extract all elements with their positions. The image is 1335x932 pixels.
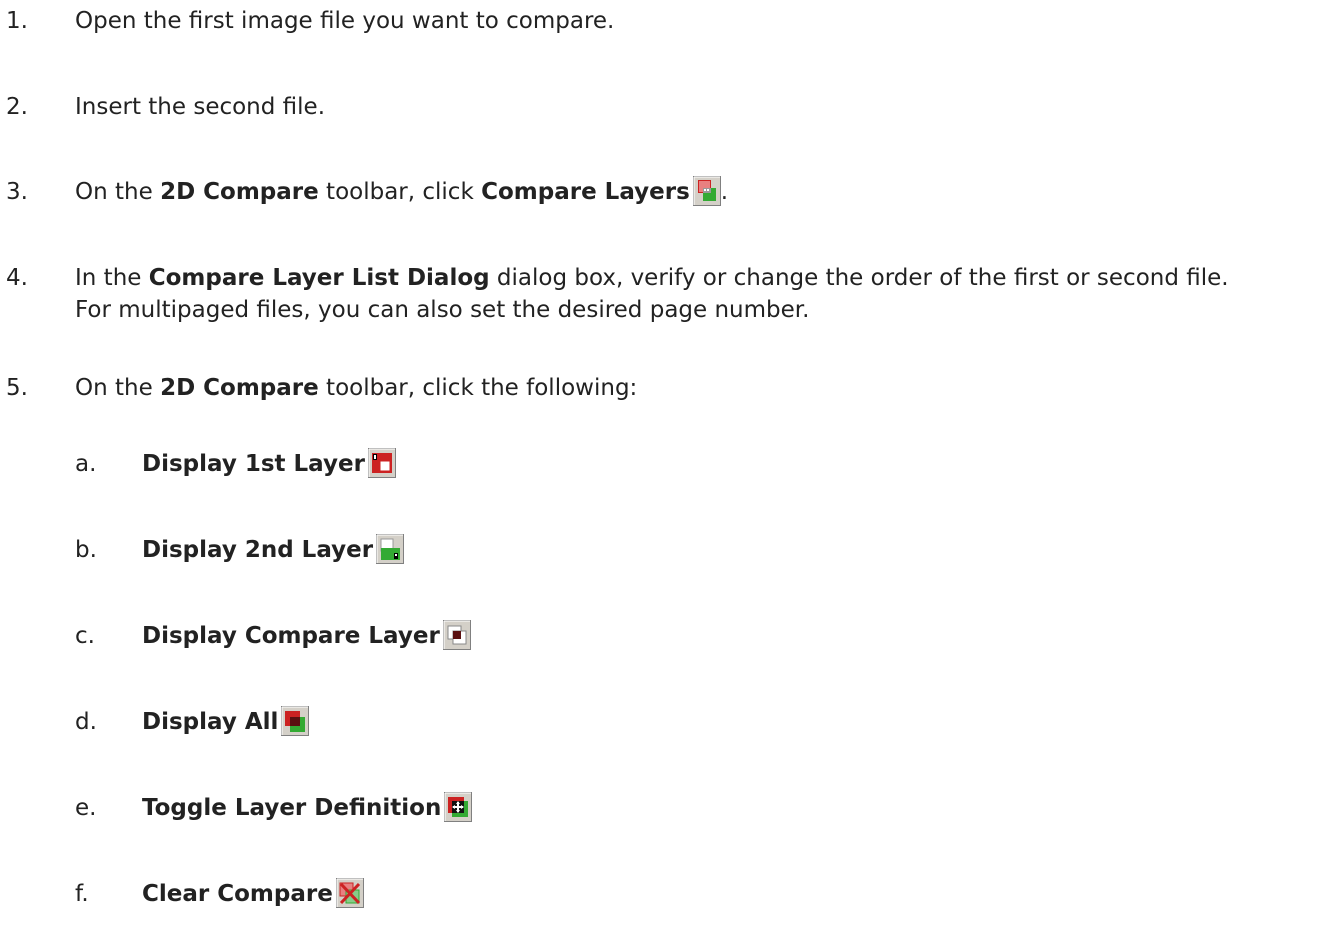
step-text-prefix: On the bbox=[75, 375, 161, 401]
step-text: In the Compare Layer List Dialog dialog … bbox=[75, 262, 1329, 326]
substep-letter: c. bbox=[75, 623, 95, 649]
substep-text: Display All bbox=[142, 705, 310, 738]
substep-text: Display 1st Layer bbox=[142, 447, 396, 480]
command-name: Toggle Layer Definition bbox=[142, 795, 442, 821]
step-number: 5. bbox=[6, 375, 28, 401]
step-text-prefix: In the bbox=[75, 265, 149, 291]
toolbar-name: 2D Compare bbox=[160, 375, 319, 401]
command-name: Display Compare Layer bbox=[142, 623, 440, 649]
substep-letter: e. bbox=[75, 795, 97, 821]
step-number: 3. bbox=[6, 179, 28, 205]
step-text-line2: For multipaged files, you can also set t… bbox=[75, 297, 810, 323]
substep-text: Toggle Layer Definition bbox=[142, 791, 473, 824]
step-text-suffix: toolbar, click the following: bbox=[318, 375, 638, 401]
step-text: Open the first image file you want to co… bbox=[75, 8, 615, 34]
step-text-prefix: On the bbox=[75, 179, 161, 205]
command-name: Display 2nd Layer bbox=[142, 537, 374, 563]
display-compare-layer-icon[interactable] bbox=[442, 619, 471, 650]
step-number: 4. bbox=[6, 265, 28, 291]
step-text-suffix: . bbox=[720, 179, 729, 205]
toggle-layer-definition-icon[interactable] bbox=[444, 791, 473, 822]
command-name: Clear Compare bbox=[142, 881, 333, 907]
substep-text: Display 2nd Layer bbox=[142, 533, 405, 566]
substep-letter: f. bbox=[75, 881, 89, 907]
substep-text: Clear Compare bbox=[142, 877, 364, 910]
command-name: Compare Layers bbox=[481, 179, 690, 205]
substep-letter: b. bbox=[75, 537, 97, 563]
display-all-icon[interactable] bbox=[281, 705, 310, 736]
dialog-name: Compare Layer List Dialog bbox=[148, 265, 490, 291]
substep-text: Display Compare Layer bbox=[142, 619, 471, 652]
toolbar-name: 2D Compare bbox=[160, 179, 319, 205]
substep-letter: d. bbox=[75, 709, 97, 735]
clear-compare-icon[interactable] bbox=[335, 877, 364, 908]
step-text: Insert the second file. bbox=[75, 94, 326, 120]
compare-layers-icon[interactable] bbox=[692, 175, 721, 206]
step-text: On the 2D Compare toolbar, click the fol… bbox=[75, 372, 1329, 404]
command-name: Display 1st Layer bbox=[142, 451, 365, 477]
step-text-middle: toolbar, click bbox=[318, 179, 482, 205]
step-text: On the 2D Compare toolbar, click Compare… bbox=[75, 175, 1329, 208]
display-2nd-layer-icon[interactable] bbox=[376, 533, 405, 564]
step-text-suffix: dialog box, verify or change the order o… bbox=[489, 265, 1229, 291]
step-number: 1. bbox=[6, 8, 28, 34]
substep-letter: a. bbox=[75, 451, 97, 477]
command-name: Display All bbox=[142, 709, 279, 735]
step-number: 2. bbox=[6, 94, 28, 120]
display-1st-layer-icon[interactable] bbox=[367, 447, 396, 478]
